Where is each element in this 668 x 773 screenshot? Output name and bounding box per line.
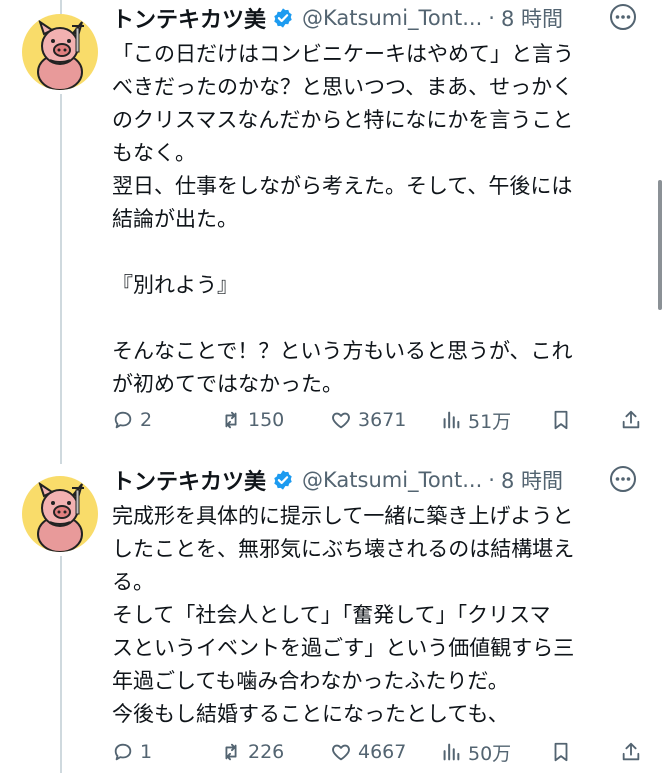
like-count: 4667	[358, 741, 407, 763]
views-button[interactable]: 50万	[440, 739, 511, 766]
bookmark-icon	[554, 742, 568, 762]
tweet-line: そして「社会人として」「奮発して」「クリスマ	[112, 603, 551, 627]
views-button[interactable]: 51万	[440, 407, 511, 434]
action-bar: 1 226 4667 50万	[112, 734, 642, 770]
tweet[interactable]: トンテキカツ美 @Katsumi_Tont... · 8 時間 完成形を具体的に…	[0, 462, 668, 773]
reply-icon	[114, 411, 132, 429]
action-bar: 2 150 3671 51万	[112, 402, 642, 438]
tweet[interactable]: トンテキカツ美 @Katsumi_Tont... · 8 時間 「この日だけはコ…	[0, 0, 668, 460]
reply-count: 2	[140, 409, 153, 431]
tweet-line: 今後もし結婚することになったとしても、	[112, 702, 509, 726]
bookmark-button[interactable]	[550, 409, 572, 431]
tweet-line	[112, 236, 642, 269]
timestamp[interactable]: 8 時間	[501, 465, 563, 495]
repost-icon	[225, 743, 237, 761]
share-button[interactable]	[620, 409, 642, 431]
tweet-line: べきだったのかな？と思いつつ、まあ、せっかく	[112, 75, 574, 99]
tweet-line: 「この日だけはコンビニケーキはやめて」と言う	[112, 42, 574, 66]
like-button[interactable]: 3671	[330, 409, 406, 431]
share-button[interactable]	[620, 741, 642, 763]
tweet-line: スというイベントを過ごす」という価値観すら三	[112, 636, 575, 660]
tweet-text: 完成形を具体的に提示して一緒に築き上げようと したことを、無邪気にぶち壊されるの…	[112, 500, 642, 731]
more-icon[interactable]	[608, 2, 638, 32]
like-icon	[332, 412, 350, 429]
tweet-text: 「この日だけはコンビニケーキはやめて」と言う べきだったのかな？と思いつつ、まあ…	[112, 38, 642, 401]
tweet-line: 翌日、仕事をしながら考えた。そして、午後には	[112, 174, 573, 198]
reply-button[interactable]: 2	[112, 409, 152, 431]
repost-button[interactable]: 150	[220, 409, 284, 431]
tweet-line: そんなことで！？という方もいると思うが、これ	[112, 339, 573, 363]
tweet-line	[112, 302, 642, 335]
like-count: 3671	[358, 409, 407, 431]
tweet-line: 年過ごしても噛み合わなかったふたりだ。	[112, 669, 509, 693]
views-icon	[443, 743, 460, 761]
author-handle[interactable]: @Katsumi_Tont...	[302, 6, 482, 30]
tweet-header: トンテキカツ美 @Katsumi_Tont... · 8 時間	[112, 0, 642, 36]
share-icon	[622, 742, 640, 761]
author-handle[interactable]: @Katsumi_Tont...	[302, 468, 482, 492]
separator-dot: ·	[488, 468, 495, 492]
pig-mascot-icon	[37, 19, 84, 90]
tweet-line: 『別れよう』	[112, 273, 238, 297]
tweet-line: のクリスマスなんだからと特になにかを言うこと	[112, 108, 574, 132]
views-count: 50万	[468, 742, 512, 765]
tweet-line: 完成形を具体的に提示して一緒に築き上げようと	[112, 504, 574, 528]
tweet-line: 結論が出た。	[112, 207, 238, 231]
repost-button[interactable]: 226	[220, 741, 284, 763]
tweet-line: る。	[112, 570, 154, 594]
repost-count: 226	[248, 741, 285, 763]
repost-icon	[225, 411, 237, 429]
reply-count: 1	[140, 741, 153, 763]
separator-dot: ·	[488, 6, 495, 30]
bookmark-button[interactable]	[550, 741, 572, 763]
tweet-header: トンテキカツ美 @Katsumi_Tont... · 8 時間	[112, 462, 642, 498]
pig-mascot-icon	[37, 481, 84, 552]
avatar[interactable]	[22, 14, 98, 90]
repost-count: 150	[248, 409, 285, 431]
bookmark-icon	[554, 410, 568, 430]
verified-badge-icon	[274, 8, 292, 28]
like-icon	[332, 744, 350, 761]
more-icon[interactable]	[608, 464, 638, 494]
tweet-line: が初めてではなかった。	[112, 372, 343, 396]
reply-icon	[114, 743, 132, 761]
avatar[interactable]	[22, 476, 98, 552]
like-button[interactable]: 4667	[330, 741, 406, 763]
views-count: 51万	[468, 410, 512, 433]
author-name[interactable]: トンテキカツ美	[112, 2, 266, 34]
views-icon	[443, 411, 460, 429]
verified-badge-icon	[274, 470, 292, 490]
share-icon	[622, 410, 640, 429]
reply-button[interactable]: 1	[112, 741, 152, 763]
timestamp[interactable]: 8 時間	[501, 3, 563, 33]
tweet-line: もなく。	[112, 141, 196, 165]
tweet-line: したことを、無邪気にぶち壊されるのは結構堪え	[112, 537, 575, 561]
author-name[interactable]: トンテキカツ美	[112, 464, 266, 496]
